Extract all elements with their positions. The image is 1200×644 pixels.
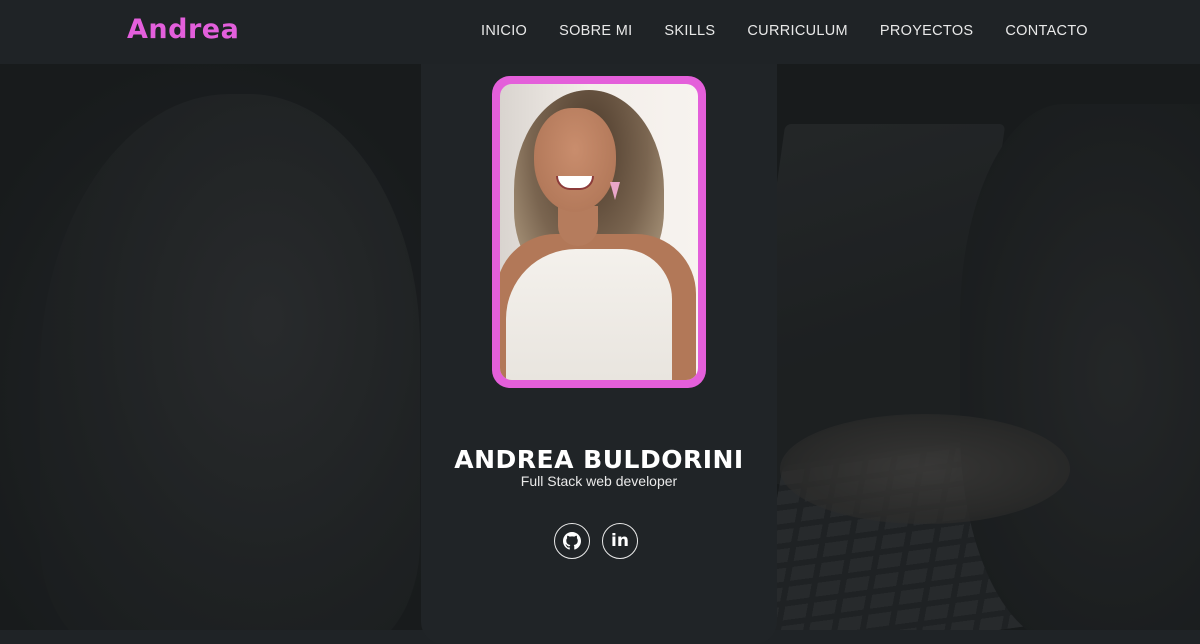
main-nav: INICIO SOBRE MI SKILLS CURRICULUM PROYEC… <box>481 23 1088 39</box>
nav-link-inicio[interactable]: INICIO <box>481 23 527 39</box>
nav-link-contacto[interactable]: CONTACTO <box>1005 23 1087 39</box>
linkedin-icon: in <box>611 531 629 551</box>
nav-link-curriculum[interactable]: CURRICULUM <box>747 23 847 39</box>
nav-link-sobre-mi[interactable]: SOBRE MI <box>559 23 632 39</box>
profile-card: ANDREA BULDORINI Full Stack web develope… <box>421 64 777 644</box>
github-link[interactable] <box>554 523 590 559</box>
profile-photo-frame <box>492 76 706 388</box>
github-icon <box>563 532 581 550</box>
nav-link-proyectos[interactable]: PROYECTOS <box>880 23 973 39</box>
profile-role: Full Stack web developer <box>520 473 678 489</box>
linkedin-link[interactable]: in <box>602 523 638 559</box>
nav-link-skills[interactable]: SKILLS <box>664 23 715 39</box>
social-links: in <box>554 523 638 559</box>
site-header: Andrea INICIO SOBRE MI SKILLS CURRICULUM… <box>0 0 1200 64</box>
profile-photo <box>500 84 698 380</box>
site-logo[interactable]: Andrea <box>127 14 239 45</box>
profile-name: ANDREA BULDORINI <box>454 444 744 474</box>
